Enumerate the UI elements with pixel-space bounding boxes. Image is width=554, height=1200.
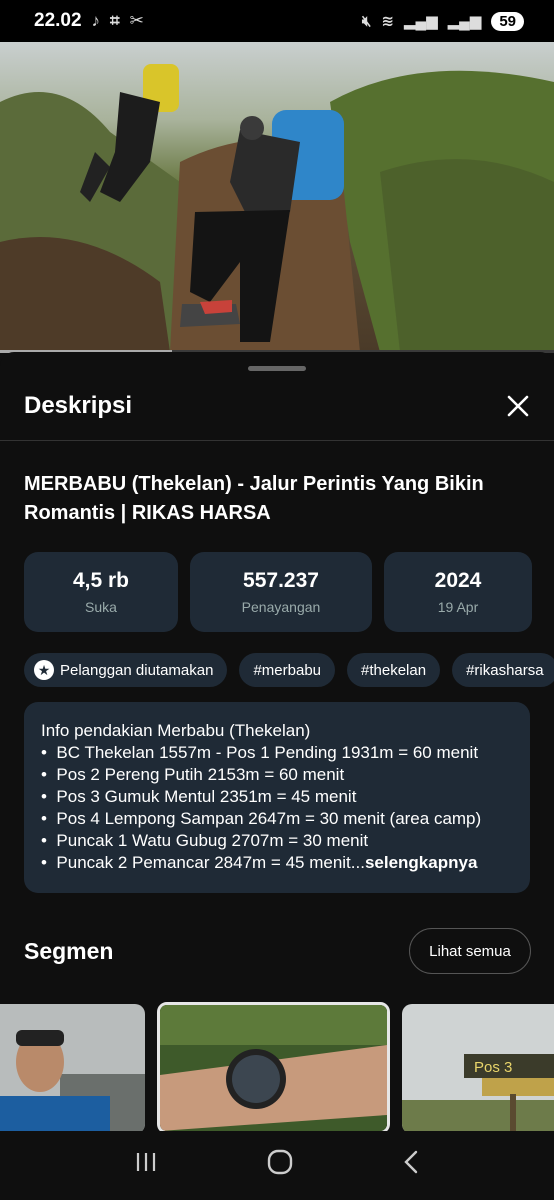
status-time: 22.02 [34, 10, 82, 31]
back-icon [403, 1150, 417, 1174]
wifi-icon: ≋ [381, 13, 394, 30]
home-icon [267, 1149, 293, 1175]
battery-indicator: 59 [491, 11, 524, 31]
segments-title: Segmen [24, 938, 114, 964]
video-frame-hikers [0, 64, 554, 352]
recents-icon[interactable] [133, 1150, 159, 1181]
description-item: • Puncak 2 Pemancar 2847m = 45 menit...s… [41, 853, 478, 872]
description-sheet: Deskripsi MERBABU (Thekelan) - Jalur Per… [0, 352, 554, 1134]
home-button[interactable] [266, 1148, 294, 1183]
signal-icon: ▂▄▆ [403, 13, 438, 30]
chip-hashtag[interactable]: #thekelan [347, 653, 441, 687]
chip-label: #merbabu [253, 661, 321, 679]
system-nav-bar [0, 1131, 554, 1200]
chip-label: Pelanggan diutamakan [60, 661, 214, 679]
chips-row: ★ Pelanggan diutamakan #merbabu #thekela… [24, 653, 554, 687]
see-all-button[interactable]: Lihat semua [409, 928, 531, 974]
sign-text: Pos 3 [474, 1059, 512, 1076]
stat-value: 2024 [434, 569, 482, 592]
screenshot-icon: ⌗ [110, 11, 120, 30]
likes-stat[interactable]: 4,5 rb Suka [24, 552, 178, 632]
segment-thumbnail-image [0, 1004, 145, 1134]
video-title-line: MERBABU (Thekelan) - Jalur Perintis Yang… [24, 473, 484, 495]
close-button[interactable] [502, 390, 534, 422]
views-stat[interactable]: 557.237 Penayangan [190, 552, 372, 632]
description-item: • Pos 3 Gumuk Mentul 2351m = 45 menit [41, 787, 357, 806]
video-player[interactable] [0, 42, 554, 352]
description-heading: Info pendakian Merbabu (Thekelan) [41, 721, 311, 740]
sheet-header: Deskripsi [0, 382, 554, 441]
chip-label: #thekelan [361, 661, 427, 679]
stat-label: Suka [85, 599, 117, 615]
description-item: • Pos 2 Pereng Putih 2153m = 60 menit [41, 765, 345, 784]
video-title: MERBABU (Thekelan) - Jalur Perintis Yang… [24, 470, 534, 528]
show-more-link[interactable]: selengkapnya [365, 853, 477, 872]
mute-icon: 🔇︎ [361, 12, 372, 30]
stat-value: 4,5 rb [72, 569, 130, 592]
segment-thumbnail-image: Pos 3 [402, 1004, 554, 1134]
description-item: • Pos 4 Lempong Sampan 2647m = 30 menit … [41, 809, 482, 828]
date-stat[interactable]: 2024 19 Apr [384, 552, 532, 632]
star-icon: ★ [34, 660, 54, 680]
stat-label: Penayangan [241, 599, 321, 615]
recents-icon [137, 1153, 156, 1171]
segment-thumbnail-image [160, 1005, 387, 1131]
description-item: • BC Thekelan 1557m - Pos 1 Pending 1931… [41, 743, 479, 762]
sheet-drag-handle[interactable] [248, 366, 306, 371]
close-icon [507, 395, 529, 417]
segment-thumbnail-selected[interactable] [157, 1002, 390, 1134]
stat-label: 19 Apr [437, 599, 479, 615]
chip-label: #rikasharsa [466, 661, 544, 679]
status-bar: 22.02 ♪ ⌗ ✂ 🔇︎ ≋ ▂▄▆ ▂▄▆ 59 [0, 0, 554, 42]
chip-hashtag[interactable]: #rikasharsa [452, 653, 554, 687]
back-button[interactable] [401, 1149, 421, 1182]
chip-members-first[interactable]: ★ Pelanggan diutamakan [24, 653, 228, 687]
stat-value: 557.237 [243, 569, 319, 592]
chip-hashtag[interactable]: #merbabu [239, 653, 335, 687]
description-item: • Puncak 1 Watu Gubug 2707m = 30 menit [41, 831, 369, 850]
video-title-line: Romantis | RIKAS HARSA [24, 502, 271, 524]
sheet-title: Deskripsi [24, 392, 133, 419]
capcut-icon: ✂ [129, 11, 144, 30]
segment-thumbnail[interactable]: Pos 3 [402, 1004, 554, 1134]
segment-thumbnail[interactable] [0, 1004, 145, 1134]
tiktok-icon: ♪ [91, 11, 101, 30]
description-box[interactable]: Info pendakian Merbabu (Thekelan) • BC T… [24, 702, 530, 893]
stats-row: 4,5 rb Suka 557.237 Penayangan 2024 19 A… [24, 552, 532, 632]
signal-icon-2: ▂▄▆ [447, 13, 482, 30]
